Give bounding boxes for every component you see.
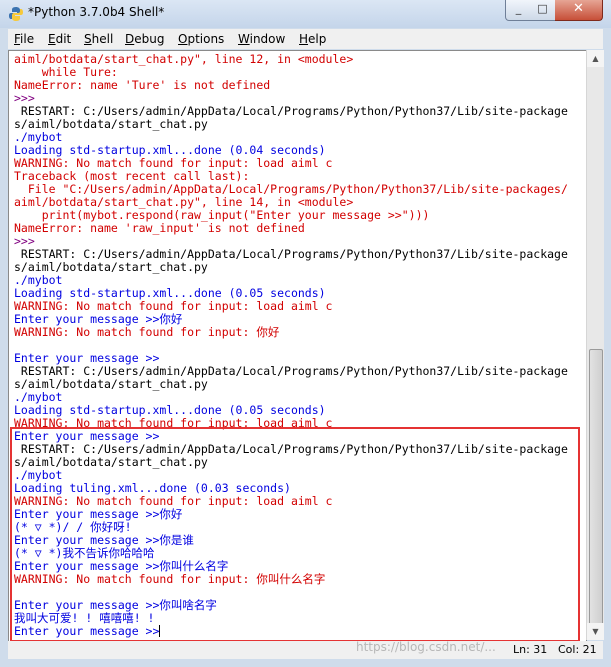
menu-shell[interactable]: Shell: [84, 32, 113, 46]
menu-options[interactable]: Options: [178, 32, 224, 46]
shell-line: WARNING: No match found for input: 你好: [14, 325, 280, 339]
scroll-up-arrow-icon[interactable]: ▲: [587, 50, 604, 67]
python-icon: [9, 7, 23, 21]
menu-label: ptions: [187, 32, 225, 46]
menu-accel: S: [84, 32, 92, 46]
scrollbar-thumb[interactable]: [589, 349, 603, 637]
minimize-button[interactable]: _: [505, 0, 532, 21]
menu-accel: D: [125, 32, 135, 46]
menu-label: hell: [91, 32, 114, 46]
highlight-annotation-box: [10, 427, 580, 642]
window-title: *Python 3.7.0b4 Shell*: [28, 5, 165, 19]
status-line: Ln: 31: [513, 643, 548, 656]
title-bar[interactable]: *Python 3.7.0b4 Shell* _ □ ✕: [0, 0, 611, 28]
menu-label: dit: [55, 32, 72, 46]
menu-edit[interactable]: Edit: [48, 32, 71, 46]
menu-label: ile: [20, 32, 35, 46]
menu-accel: H: [299, 32, 309, 46]
menu-help[interactable]: Help: [299, 32, 326, 46]
menu-bar: File Edit Shell Debug Options Window Hel…: [8, 29, 603, 49]
menu-label: ebug: [134, 32, 165, 46]
idle-shell-window: *Python 3.7.0b4 Shell* _ □ ✕ File Edit S…: [0, 0, 611, 667]
vertical-scrollbar[interactable]: ▲ ▼: [586, 50, 604, 640]
menu-debug[interactable]: Debug: [125, 32, 164, 46]
shell-line: NameError: name 'Ture' is not defined: [14, 78, 271, 92]
status-column: Col: 21: [558, 643, 597, 656]
shell-line: NameError: name 'raw_input' is not defin…: [14, 221, 305, 235]
status-bar: Ln: 31 Col: 21: [8, 641, 603, 659]
menu-file[interactable]: File: [14, 32, 34, 46]
menu-accel: W: [238, 32, 250, 46]
close-button[interactable]: ✕: [555, 0, 603, 21]
menu-label: indow: [249, 32, 286, 46]
watermark: https://blog.csdn.net/...: [356, 640, 496, 654]
scroll-down-arrow-icon[interactable]: ▼: [587, 623, 604, 640]
menu-window[interactable]: Window: [238, 32, 285, 46]
menu-accel: E: [48, 32, 56, 46]
menu-label: elp: [308, 32, 327, 46]
maximize-button[interactable]: □: [530, 0, 556, 21]
